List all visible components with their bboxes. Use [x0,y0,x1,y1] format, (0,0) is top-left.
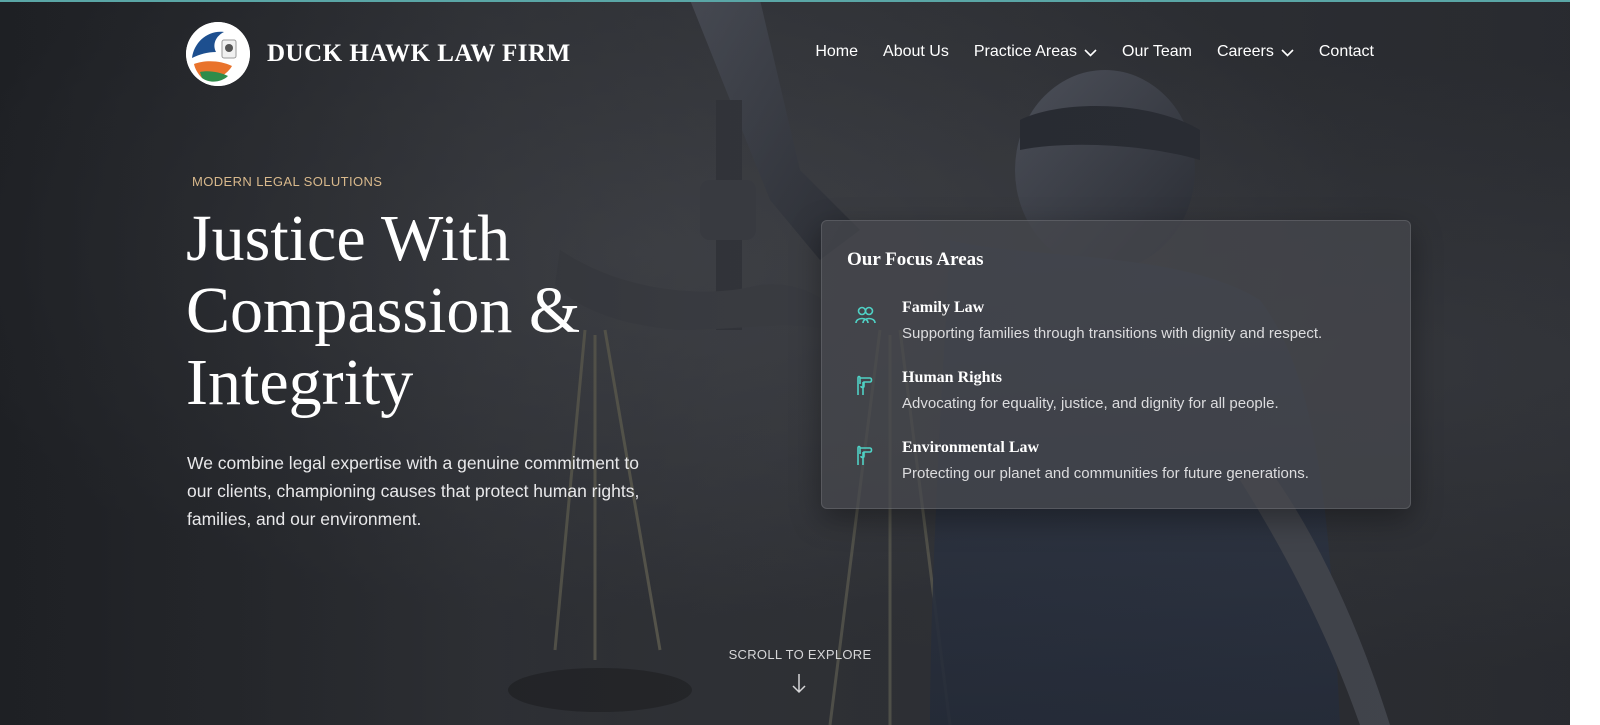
nav-careers-label: Careers [1216,43,1274,60]
focus-item-description: Supporting families through transitions … [902,325,1323,342]
scroll-to-explore[interactable]: SCROLL TO EXPLORE [700,647,900,662]
hand-raised-icon [857,445,873,465]
hero-eyebrow: MODERN LEGAL SOLUTIONS [192,174,383,189]
hand-raised-icon [857,375,873,395]
focus-item-name: Human Rights [902,369,1003,386]
hero-headline: Justice With Compassion & Integrity [186,202,581,419]
nav-our-team-label: Our Team [1122,43,1192,60]
family-icon [855,306,876,324]
chevron-down-icon [1084,48,1097,57]
brand-name[interactable]: DUCK HAWK LAW FIRM [267,40,571,68]
chevron-down-icon [1281,48,1294,57]
focus-areas-title: Our Focus Areas [847,249,984,270]
header-nav: DUCK HAWK LAW FIRM Home About Us Practic… [0,0,1570,105]
arrow-down-icon[interactable] [791,673,807,695]
nav-home[interactable]: Home [815,43,858,61]
nav-contact-label: Contact [1318,43,1374,60]
nav-about-us-label: About Us [883,43,949,60]
nav-our-team[interactable]: Our Team [1122,43,1192,61]
duck-hawk-logo-icon [186,22,250,86]
nav-careers[interactable]: Careers [1217,43,1294,61]
focus-item-name: Family Law [902,299,985,316]
nav-practice-areas[interactable]: Practice Areas [974,43,1097,61]
page-edge [1570,0,1600,725]
nav-practice-areas-label: Practice Areas [973,43,1077,60]
focus-item-name: Environmental Law [902,439,1040,456]
focus-item-description: Advocating for equality, justice, and di… [902,395,1279,412]
focus-areas-card: Our Focus Areas Family Law Supporting fa… [821,220,1411,509]
focus-item-description: Protecting our planet and communities fo… [902,465,1309,482]
nav-contact[interactable]: Contact [1319,43,1374,61]
nav-about-us[interactable]: About Us [883,43,949,61]
duck-hawk-logo[interactable] [186,22,250,86]
nav-home-label: Home [815,43,859,60]
main-menu: Home About Us Practice Areas Our Team Ca… [790,43,1374,61]
hero-lead: We combine legal expertise with a genuin… [187,453,640,529]
